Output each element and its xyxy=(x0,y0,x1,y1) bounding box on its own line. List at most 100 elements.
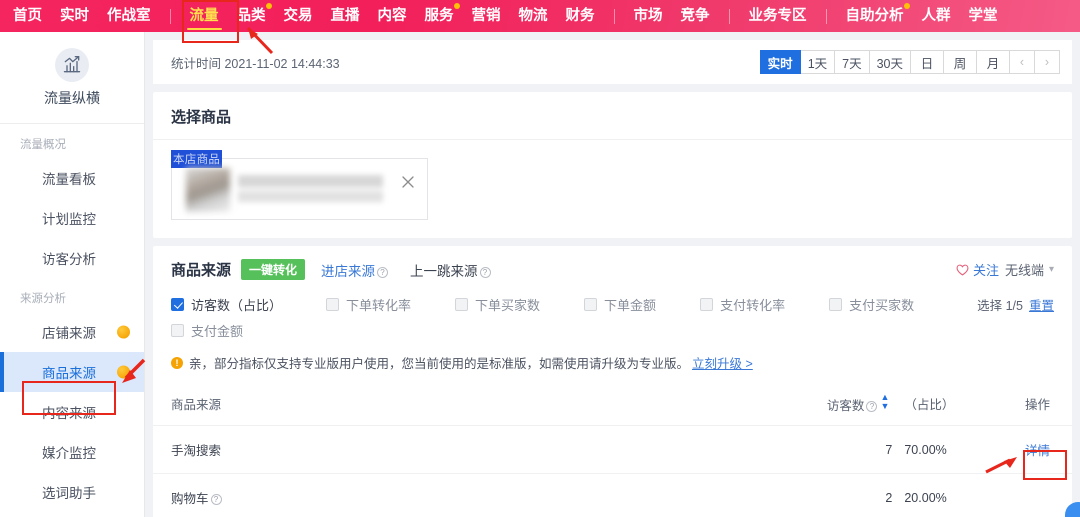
nav-item-15[interactable]: 自助分析 xyxy=(837,0,913,32)
select-count-label: 选择 1/5 xyxy=(977,298,1023,313)
help-icon[interactable]: ? xyxy=(479,266,491,278)
sidebar-item-fangke-fenxi[interactable]: 访客分析 xyxy=(0,238,144,278)
column-header-visitors[interactable]: 访客数 ?▲ ▼ xyxy=(779,382,893,426)
sidebar: 流量纵横 流量概况 流量看板 计划监控 访客分析 来源分析 店铺来源 商品来源 … xyxy=(0,32,145,517)
sidebar-item-xuanci-zhushou[interactable]: 选词助手 xyxy=(0,472,144,512)
tab-previous-hop-source[interactable]: 上一跳来源? xyxy=(410,260,491,280)
close-icon[interactable] xyxy=(401,175,415,189)
nav-item-0[interactable]: 首页 xyxy=(4,0,51,32)
checkbox-pay-amount[interactable]: 支付金额 xyxy=(171,317,243,343)
time-button-day[interactable]: 日 xyxy=(910,50,944,74)
detail-link[interactable]: 详情 xyxy=(1025,444,1050,458)
nav-item-9[interactable]: 营销 xyxy=(463,0,510,32)
new-badge-dot-icon xyxy=(117,365,130,379)
nav-item-5[interactable]: 交易 xyxy=(275,0,322,32)
nav-item-2[interactable]: 作战室 xyxy=(98,0,160,32)
nav-item-label: 品类 xyxy=(236,8,266,24)
new-badge-dot-icon xyxy=(117,325,130,339)
checkbox-pay-buyers[interactable]: 支付买家数 xyxy=(829,291,914,317)
time-button-30day[interactable]: 30天 xyxy=(868,50,911,74)
checkbox-order-buyers[interactable]: 下单买家数 xyxy=(455,291,540,317)
checkbox-label: 下单转化率 xyxy=(346,297,412,313)
nav-item-1[interactable]: 实时 xyxy=(51,0,98,32)
checkbox-pay-conversion-rate[interactable]: 支付转化率 xyxy=(700,291,785,317)
help-icon[interactable]: ? xyxy=(377,266,389,278)
column-header-action: 操作 xyxy=(988,382,1072,426)
checkbox-label: 访客数（占比） xyxy=(191,297,283,313)
cell-action xyxy=(988,473,1072,517)
chevron-right-icon[interactable]: › xyxy=(1034,50,1060,74)
chevron-left-icon[interactable]: ‹ xyxy=(1009,50,1035,74)
nav-divider xyxy=(613,8,615,24)
time-button-realtime[interactable]: 实时 xyxy=(759,50,801,74)
sidebar-item-jihua-jiankong[interactable]: 计划监控 xyxy=(0,198,144,238)
checkbox-label: 下单金额 xyxy=(604,297,657,313)
checkbox-box xyxy=(171,323,184,337)
stat-time-label: 统计时间 2021-11-02 14:44:33 xyxy=(171,56,340,71)
time-range-button-group: 实时 1天 7天 30天 日 周 月 ‹ › xyxy=(759,50,1060,74)
sidebar-item-meijie-jiankong[interactable]: 媒介监控 xyxy=(0,432,144,472)
tab-entry-source[interactable]: 进店来源? xyxy=(321,260,389,280)
time-button-week[interactable]: 周 xyxy=(943,50,977,74)
nav-item-14[interactable]: 业务专区 xyxy=(740,0,816,32)
nav-item-3[interactable]: 流量 xyxy=(181,0,228,32)
sidebar-item-liuliang-kanban[interactable]: 流量看板 xyxy=(0,158,144,198)
product-source-title: 商品来源 xyxy=(171,262,232,279)
nav-item-label: 首页 xyxy=(13,8,42,24)
nav-item-17[interactable]: 学堂 xyxy=(960,0,1007,32)
sidebar-item-shangpin-laiyuan[interactable]: 商品来源 xyxy=(0,352,144,392)
time-button-month[interactable]: 月 xyxy=(976,50,1010,74)
one-click-convert-tag[interactable]: 一键转化 xyxy=(241,259,306,280)
checkbox-visitors[interactable]: 访客数（占比） xyxy=(171,291,282,317)
sidebar-item-neirong-laiyuan[interactable]: 内容来源 xyxy=(0,392,144,432)
sidebar-logo[interactable]: 流量纵横 xyxy=(0,32,144,124)
table-row[interactable]: 购物车? 2 20.00% xyxy=(153,473,1072,517)
device-filter-dropdown[interactable]: 无线端 ▾ xyxy=(1005,260,1054,279)
sidebar-item-label: 商品来源 xyxy=(42,366,96,381)
follow-label: 关注 xyxy=(972,263,999,278)
cell-action: 详情 xyxy=(988,425,1072,474)
selected-product-card[interactable]: 本店商品 xyxy=(171,150,428,220)
sidebar-item-dianpu-laiyuan[interactable]: 店铺来源 xyxy=(0,312,144,352)
sidebar-item-label: 店铺来源 xyxy=(42,326,96,341)
nav-item-label: 内容 xyxy=(377,8,407,24)
nav-item-13[interactable]: 竞争 xyxy=(672,0,719,32)
cell-source: 购物车? xyxy=(153,473,780,517)
nav-item-12[interactable]: 市场 xyxy=(625,0,672,32)
column-header-source: 商品来源 xyxy=(153,382,780,426)
nav-item-4[interactable]: 品类 xyxy=(228,0,275,32)
upgrade-link[interactable]: 立刻升级 > xyxy=(692,353,753,372)
main-content: 统计时间 2021-11-02 14:44:33 实时 1天 7天 30天 日 … xyxy=(145,32,1080,517)
table-row[interactable]: 手淘搜索 7 70.00% 详情 xyxy=(153,425,1072,474)
help-icon[interactable]: ? xyxy=(210,494,222,505)
nav-item-11[interactable]: 财务 xyxy=(557,0,604,32)
follow-button[interactable]: 关注 xyxy=(956,260,999,279)
nav-item-7[interactable]: 内容 xyxy=(369,0,416,32)
nav-item-16[interactable]: 人群 xyxy=(913,0,960,32)
column-header-visitors-label: 访客数 xyxy=(826,399,865,413)
nav-item-label: 物流 xyxy=(518,8,548,24)
source-table: 商品来源 访客数 ?▲ ▼ （占比） 操作 手淘搜索 7 70.00% 详情 购… xyxy=(153,382,1072,517)
sort-icon[interactable]: ▲ ▼ xyxy=(880,393,889,411)
cell-percentage: 70.00% xyxy=(892,425,989,474)
checkbox-order-amount[interactable]: 下单金额 xyxy=(584,291,656,317)
nav-item-label: 流量 xyxy=(189,8,219,24)
chart-bar-icon xyxy=(55,47,89,82)
metric-row-2: 支付金额 xyxy=(171,317,1054,343)
nav-item-8[interactable]: 服务 xyxy=(416,0,463,32)
stat-time-bar: 统计时间 2021-11-02 14:44:33 实时 1天 7天 30天 日 … xyxy=(153,40,1072,84)
nav-item-label: 直播 xyxy=(330,8,360,24)
checkbox-order-conversion-rate[interactable]: 下单转化率 xyxy=(326,291,411,317)
metric-row-1: 访客数（占比） 下单转化率 下单买家数 下单金额 支付转化率 支付买家数 选择 … xyxy=(171,291,1054,317)
nav-item-label: 作战室 xyxy=(107,8,151,24)
nav-item-10[interactable]: 物流 xyxy=(510,0,557,32)
time-button-1day[interactable]: 1天 xyxy=(799,50,836,74)
time-button-7day[interactable]: 7天 xyxy=(834,50,870,74)
nav-item-6[interactable]: 直播 xyxy=(322,0,369,32)
help-icon[interactable]: ? xyxy=(866,401,878,412)
cell-visitors: 7 xyxy=(779,425,893,474)
top-navigation-bar: 首页 实时 作战室 流量 品类 交易 直播 内容 服务 营销 物流 财务 市场 … xyxy=(0,0,1080,32)
product-select-body: 本店商品 xyxy=(153,140,1072,238)
reset-link[interactable]: 重置 xyxy=(1029,295,1054,314)
warning-icon: ! xyxy=(171,356,183,369)
